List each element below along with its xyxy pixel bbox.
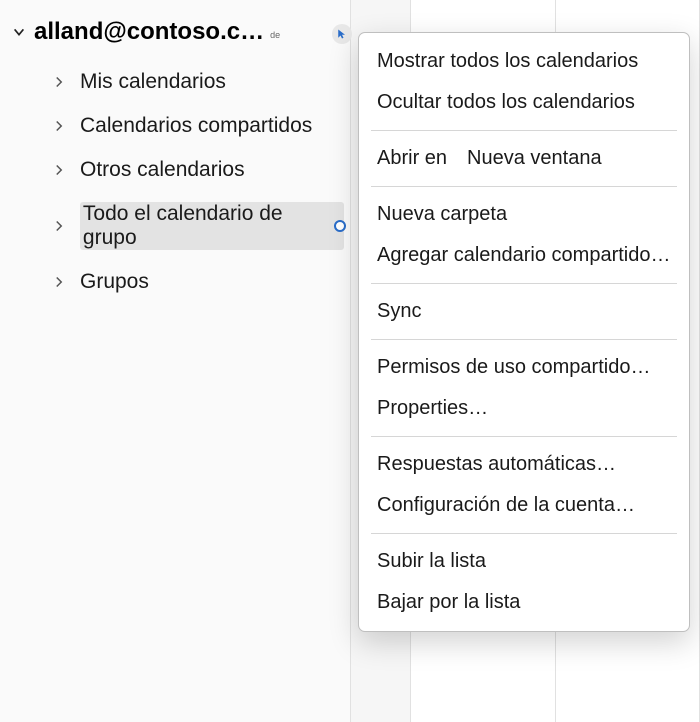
menu-auto-replies[interactable]: Respuestas automáticas… (359, 444, 689, 485)
context-menu: Mostrar todos los calendarios Ocultar to… (358, 32, 690, 632)
account-header[interactable]: alland@contoso.c… de (0, 18, 350, 60)
cursor-icon (332, 24, 352, 44)
menu-sync[interactable]: Sync (359, 291, 689, 332)
menu-separator (371, 436, 677, 437)
menu-hide-all[interactable]: Ocultar todos los calendarios (359, 82, 689, 123)
tree-item-grupos[interactable]: Grupos (44, 260, 350, 304)
menu-separator (371, 130, 677, 131)
menu-move-up[interactable]: Subir la lista (359, 541, 689, 582)
menu-account-settings[interactable]: Configuración de la cuenta… (359, 485, 689, 526)
menu-move-down[interactable]: Bajar por la lista (359, 582, 689, 623)
menu-open-in-value: Nueva ventana (467, 147, 602, 170)
menu-sharing-permissions[interactable]: Permisos de uso compartido… (359, 347, 689, 388)
menu-properties[interactable]: Properties… (359, 388, 689, 429)
account-name: alland@contoso.c… (34, 18, 264, 46)
menu-separator (371, 283, 677, 284)
tree-item-mis-calendarios[interactable]: Mis calendarios (44, 60, 350, 104)
chevron-right-icon (50, 273, 68, 291)
tree-item-label: Otros calendarios (80, 158, 245, 182)
menu-separator (371, 533, 677, 534)
menu-separator (371, 186, 677, 187)
menu-separator (371, 339, 677, 340)
tree-item-otros-calendarios[interactable]: Otros calendarios (44, 148, 350, 192)
account-badge: de (270, 30, 280, 40)
tree-item-label: Mis calendarios (80, 70, 226, 94)
menu-add-shared[interactable]: Agregar calendario compartido… (359, 235, 689, 276)
calendar-tree: Mis calendarios Calendarios compartidos … (0, 60, 350, 304)
menu-new-folder[interactable]: Nueva carpeta (359, 194, 689, 235)
menu-open-in[interactable]: Abrir en Nueva ventana (359, 138, 689, 179)
tree-item-label: Todo el calendario de grupo (80, 202, 344, 250)
calendar-sidebar: alland@contoso.c… de Mis calendarios Cal… (0, 0, 350, 304)
tree-item-label: Calendarios compartidos (80, 114, 312, 138)
menu-open-in-label: Abrir en (377, 147, 447, 170)
chevron-right-icon (50, 73, 68, 91)
chevron-right-icon (50, 217, 68, 235)
tree-item-label: Grupos (80, 270, 149, 294)
tree-item-todo-grupo[interactable]: Todo el calendario de grupo (44, 192, 350, 260)
tree-item-calendarios-compartidos[interactable]: Calendarios compartidos (44, 104, 350, 148)
chevron-right-icon (50, 161, 68, 179)
chevron-down-icon (10, 23, 28, 41)
chevron-right-icon (50, 117, 68, 135)
menu-show-all[interactable]: Mostrar todos los calendarios (359, 41, 689, 82)
